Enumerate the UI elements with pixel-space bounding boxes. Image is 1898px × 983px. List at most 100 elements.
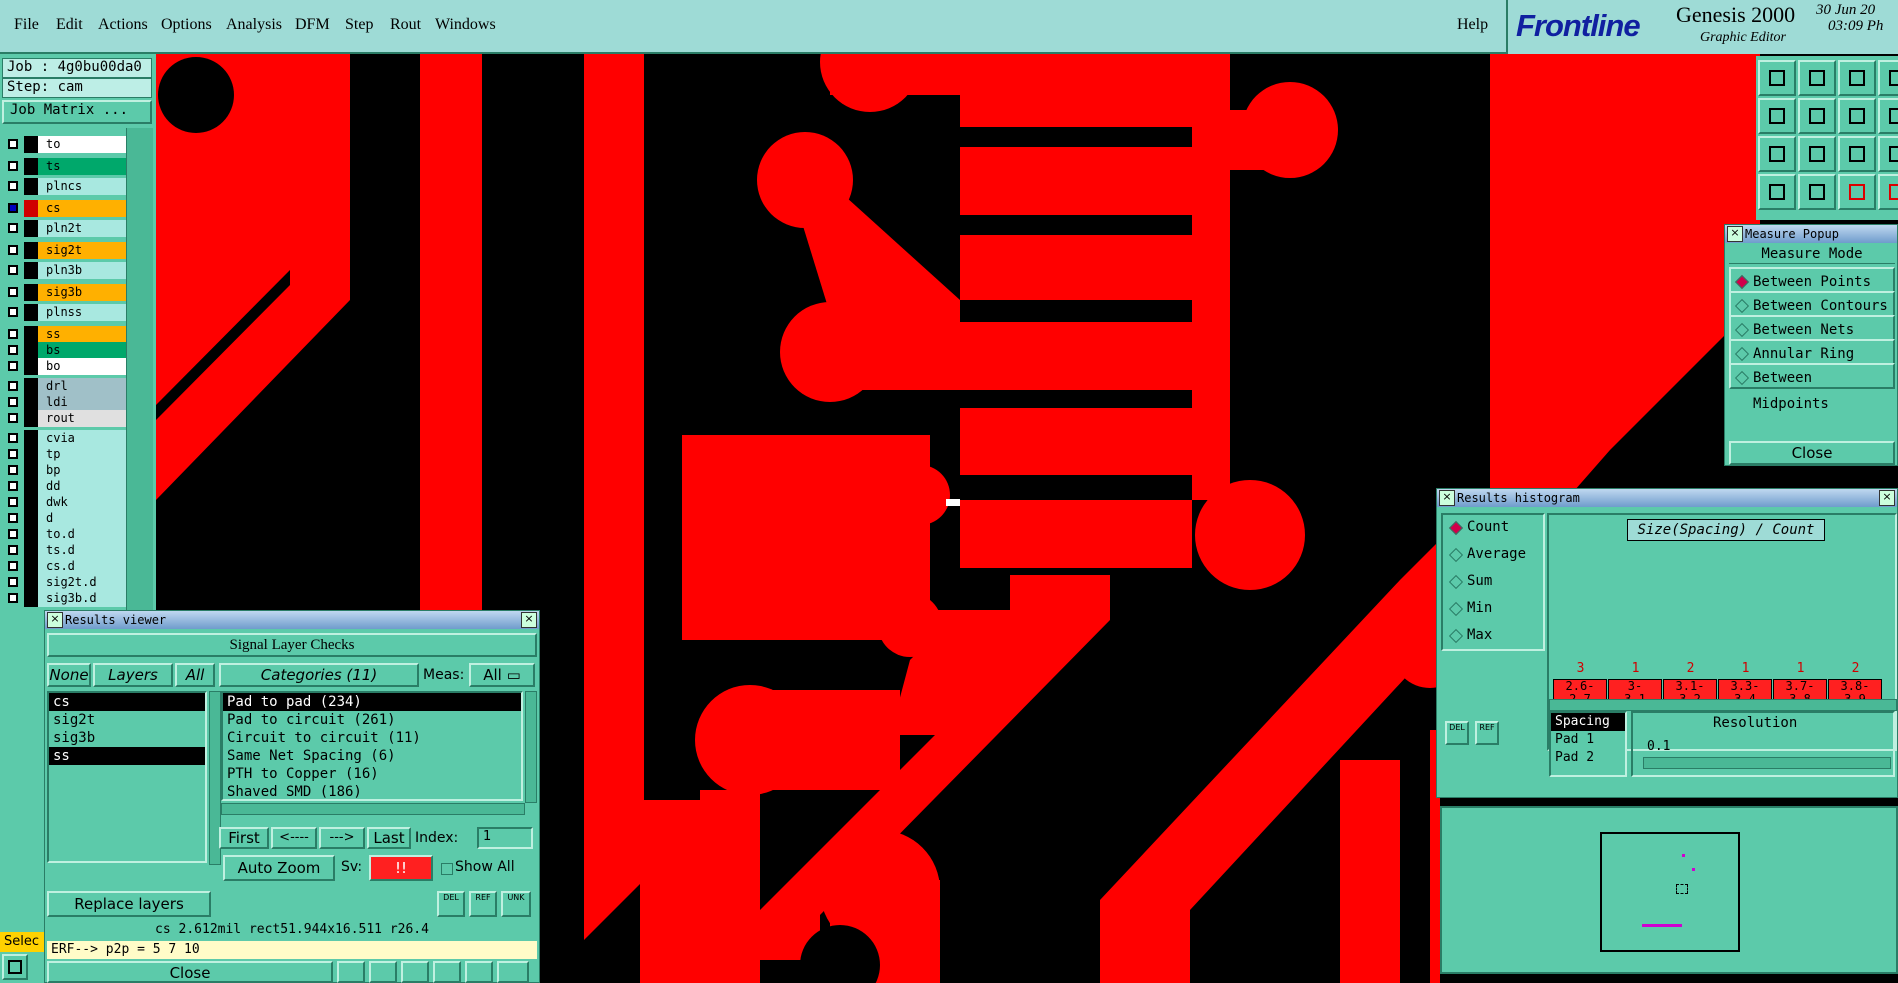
fit-all-tool[interactable] (1758, 136, 1796, 172)
next-button[interactable]: ---> (319, 827, 365, 849)
signal-layer-checks-header[interactable]: Signal Layer Checks (47, 633, 537, 657)
layer-row-bo[interactable]: bo (6, 358, 128, 375)
last-button[interactable]: Last (367, 827, 411, 849)
layer-row-bs[interactable]: bs (6, 342, 128, 359)
layer-row-ss[interactable]: ss (6, 326, 128, 343)
menu-file[interactable]: File (14, 16, 39, 34)
measure-option-0[interactable]: Between Points (1729, 267, 1895, 293)
layer-row-to[interactable]: to (6, 136, 128, 153)
layer-checkbox[interactable] (8, 593, 18, 603)
category-item[interactable]: Circuit to circuit (11) (223, 729, 521, 747)
layer-row-pln2t[interactable]: pln2t (6, 220, 128, 237)
close-icon[interactable]: × (1879, 490, 1895, 506)
layer-checkbox[interactable] (8, 513, 18, 523)
layer-row-cvia[interactable]: cvia (6, 430, 128, 447)
measure-option-3[interactable]: Annular Ring (1729, 339, 1895, 365)
layer-row-plncs[interactable]: plncs (6, 178, 128, 195)
layer-checkbox[interactable] (8, 265, 18, 275)
layer-row-cs[interactable]: cs (6, 200, 128, 217)
category-item[interactable]: Same Net Spacing (6) (223, 747, 521, 765)
resolution-slider[interactable] (1643, 757, 1891, 769)
menu-options[interactable]: Options (161, 16, 212, 34)
layer-row-ts-d[interactable]: ts.d (6, 542, 128, 559)
layer-row-cs-d[interactable]: cs.d (6, 558, 128, 575)
auto-zoom-dropdown[interactable]: Auto Zoom (223, 855, 335, 881)
fit-center-tool[interactable] (1798, 136, 1836, 172)
hist-ref-button[interactable]: REF (1475, 721, 1499, 745)
undo-view-tool[interactable] (1838, 98, 1876, 134)
show-all-checkbox[interactable] (441, 863, 453, 875)
menu-actions[interactable]: Actions (98, 16, 148, 34)
replace-layers-dropdown[interactable]: Replace layers (47, 891, 211, 917)
categories-scrollbar[interactable] (525, 691, 537, 803)
layer-checkbox[interactable] (8, 497, 18, 507)
all-button[interactable]: All (175, 663, 215, 687)
layer-row-ldi[interactable]: ldi (6, 394, 128, 411)
layer-row-dwk[interactable]: dwk (6, 494, 128, 511)
layer-row-rout[interactable]: rout (6, 410, 128, 427)
category-item[interactable]: Pad to circuit (261) (223, 711, 521, 729)
index-input[interactable]: 1 (477, 827, 533, 849)
layer-row-pln3b[interactable]: pln3b (6, 262, 128, 279)
layer-row-sig2t-d[interactable]: sig2t.d (6, 574, 128, 591)
measure-tool[interactable] (1758, 174, 1796, 210)
menu-edit[interactable]: Edit (56, 16, 83, 34)
spacing-list-item[interactable]: Pad 1 (1551, 731, 1625, 749)
record-tool-icon[interactable] (369, 961, 397, 983)
layer-scrollbar[interactable] (126, 128, 153, 628)
spacing-list-item[interactable]: Spacing (1551, 713, 1625, 731)
net-tool[interactable] (1878, 174, 1898, 210)
layer-row-sig2t[interactable]: sig2t (6, 242, 128, 259)
prev-button[interactable]: <---- (271, 827, 317, 849)
histogram-option-2[interactable]: Sum (1445, 569, 1492, 593)
layer-row-sig3b-d[interactable]: sig3b.d (6, 590, 128, 607)
histogram-option-0[interactable]: Count (1445, 515, 1509, 539)
select-tool[interactable] (2, 954, 28, 980)
categories-list[interactable]: Pad to pad (234) Pad to circuit (261) Circ… (221, 691, 523, 801)
download-tool[interactable] (1798, 60, 1836, 96)
menu-windows[interactable]: Windows (435, 16, 496, 34)
results-layer-item[interactable]: cs (49, 693, 205, 711)
layer-checkbox[interactable] (8, 465, 18, 475)
categories-hscroll[interactable] (221, 803, 525, 815)
layer-checkbox[interactable] (8, 545, 18, 555)
severity-dropdown[interactable]: !! (369, 855, 433, 881)
layer-checkbox[interactable] (8, 481, 18, 491)
layer-row-plnss[interactable]: plnss (6, 304, 128, 321)
results-layer-item[interactable]: ss (49, 747, 205, 765)
categories-button[interactable]: Categories (11) (219, 663, 419, 687)
layer-checkbox[interactable] (8, 529, 18, 539)
pan-right-tool[interactable] (1798, 98, 1836, 134)
layer-checkbox[interactable] (8, 181, 18, 191)
close-icon[interactable]: × (521, 612, 537, 628)
histogram-option-1[interactable]: Average (1445, 542, 1526, 566)
layer-checkbox[interactable] (8, 413, 18, 423)
layer-checkbox[interactable] (8, 397, 18, 407)
menu-rout[interactable]: Rout (390, 16, 421, 34)
layer-checkbox[interactable] (8, 433, 18, 443)
overview-map[interactable] (1440, 806, 1898, 974)
measure-option-4[interactable]: Between Midpoints (1729, 363, 1895, 412)
layers-button[interactable]: Layers (93, 663, 173, 687)
snap-tool[interactable] (1838, 174, 1876, 210)
close-icon[interactable]: × (1439, 490, 1455, 506)
histogram-tool-icon[interactable] (497, 961, 529, 983)
menu-help[interactable]: Help (1457, 16, 1488, 34)
graph-tool-icon[interactable] (337, 961, 365, 983)
del-button[interactable]: DEL (437, 891, 465, 917)
measure-option-1[interactable]: Between Contours (1729, 291, 1895, 317)
measure-option-2[interactable]: Between Nets (1729, 315, 1895, 341)
net-tool-icon[interactable] (401, 961, 429, 983)
unk-button[interactable]: UNK (501, 891, 531, 917)
scale-1-2-tool[interactable] (1838, 136, 1876, 172)
layer-row-to-d[interactable]: to.d (6, 526, 128, 543)
layer-checkbox[interactable] (8, 203, 18, 213)
layer-checkbox[interactable] (8, 449, 18, 459)
menu-step[interactable]: Step (345, 16, 373, 34)
layer-checkbox[interactable] (8, 161, 18, 171)
help-tool[interactable] (1878, 136, 1898, 172)
layer-checkbox[interactable] (8, 307, 18, 317)
first-button[interactable]: First (219, 827, 269, 849)
layer-row-dd[interactable]: dd (6, 478, 128, 495)
category-item[interactable]: Pad to pad (234) (223, 693, 521, 711)
